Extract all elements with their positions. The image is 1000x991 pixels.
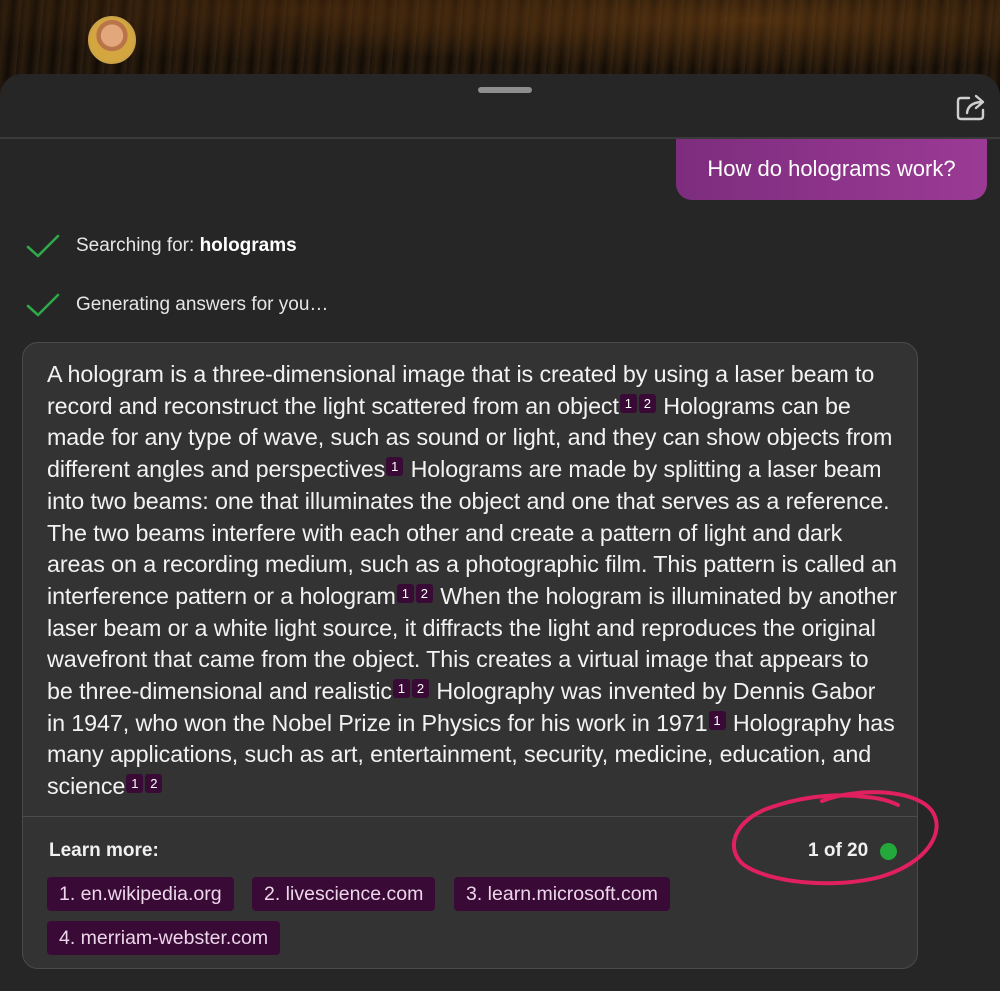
citation-badge[interactable]: 2 (638, 393, 656, 413)
citation-badge[interactable]: 2 (415, 583, 433, 603)
checkmark-icon (26, 293, 60, 317)
search-term: holograms (199, 235, 297, 256)
citation-badge[interactable]: 1 (396, 583, 414, 603)
citation-badge[interactable]: 1 (619, 393, 637, 413)
status-searching: Searching for: holograms (26, 231, 297, 261)
citation-badge[interactable]: 2 (145, 774, 163, 794)
source-link-3[interactable]: 3. learn.microsoft.com (454, 877, 670, 911)
checkmark-icon (26, 234, 60, 258)
citation-badge[interactable]: 1 (386, 457, 404, 477)
answer-card: A hologram is a three-dimensional image … (22, 342, 918, 969)
share-icon (956, 94, 985, 121)
status-dot (880, 843, 897, 860)
user-message-bubble: How do holograms work? (676, 139, 987, 200)
status-text: Generating answers for you… (76, 294, 329, 315)
status-text: Searching for: (76, 235, 200, 256)
citation-badge[interactable]: 1 (708, 710, 726, 730)
answer-text: A hologram is a three-dimensional image … (47, 359, 899, 803)
citation-badge[interactable]: 2 (411, 679, 429, 699)
citation-badge[interactable]: 1 (126, 774, 144, 794)
drag-handle[interactable] (478, 87, 532, 93)
user-avatar[interactable] (88, 16, 136, 64)
source-link-2[interactable]: 2. livescience.com (252, 877, 436, 911)
card-divider (23, 816, 917, 817)
source-link-4[interactable]: 4. merriam-webster.com (47, 921, 281, 955)
citation-badge[interactable]: 1 (392, 679, 410, 699)
status-generating: Generating answers for you… (26, 290, 328, 320)
share-button[interactable] (955, 92, 989, 122)
learn-more-label: Learn more: (49, 840, 159, 861)
response-counter: 1 of 20 (808, 840, 869, 861)
source-link-1[interactable]: 1. en.wikipedia.org (47, 877, 234, 911)
